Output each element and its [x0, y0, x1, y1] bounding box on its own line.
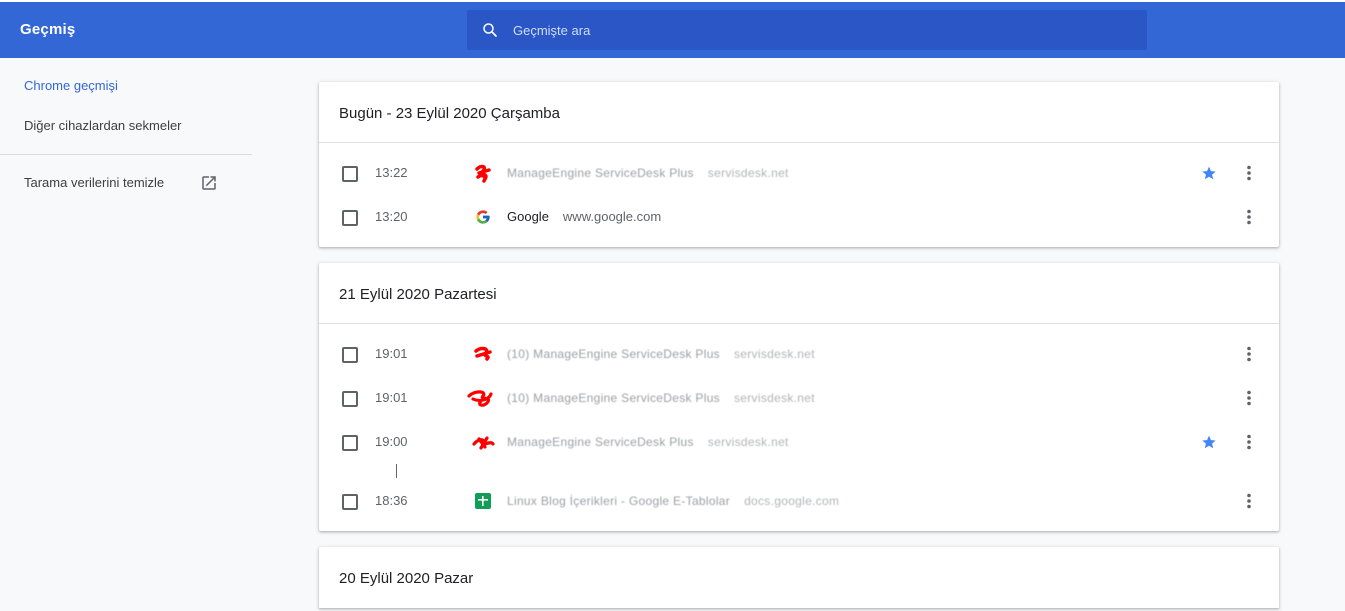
- google-icon: [476, 210, 490, 224]
- entry-checkbox[interactable]: [342, 166, 358, 182]
- more-vert-icon[interactable]: [1239, 491, 1259, 511]
- time-gap-indicator: [396, 464, 397, 478]
- entry-title[interactable]: Linux Blog İçerikleri - Google E-Tablola…: [507, 494, 839, 508]
- sheets-icon: [475, 493, 491, 509]
- entry-time: 13:22: [375, 165, 408, 180]
- entry-checkbox[interactable]: [342, 391, 358, 407]
- history-entry[interactable]: 19:00 ManageEngine ServiceDesk Plus servi…: [319, 420, 1279, 479]
- history-entry[interactable]: 19:01 (10) ManageEngine ServiceDesk Plus…: [319, 376, 1279, 420]
- clear-browsing-data-link[interactable]: Tarama verilerini temizle: [0, 163, 252, 203]
- entry-checkbox[interactable]: [342, 210, 358, 226]
- history-entry[interactable]: 18:36 Linux Blog İçerikleri - Google E-T…: [319, 479, 1279, 523]
- sidebar-item-other-devices[interactable]: Diğer cihazlardan sekmeler: [0, 106, 252, 146]
- redacted-icon: [475, 164, 491, 183]
- sidebar-item-chrome-history[interactable]: Chrome geçmişi: [0, 66, 252, 106]
- entry-title[interactable]: ManageEngine ServiceDesk Plus servisdesk.…: [507, 435, 789, 449]
- entry-time: 19:00: [375, 434, 408, 449]
- redacted-icon: [467, 390, 493, 407]
- card-date-header: 20 Eylül 2020 Pazar: [339, 570, 474, 587]
- entry-time: 19:01: [375, 346, 408, 361]
- history-entry[interactable]: 13:22 ManageEngine ServiceDesk Plus servi…: [319, 151, 1279, 195]
- entry-domain: www.google.com: [562, 209, 662, 224]
- history-entry[interactable]: 19:01 (10) ManageEngine ServiceDesk Plus…: [319, 332, 1279, 376]
- sidebar-item-label: Chrome geçmişi: [24, 78, 118, 93]
- entry-title[interactable]: (10) ManageEngine ServiceDesk Plus servis…: [507, 347, 815, 361]
- entry-checkbox[interactable]: [342, 494, 358, 510]
- entry-title-link[interactable]: Google www.google.com: [507, 209, 661, 224]
- sidebar-item-label: Diğer cihazlardan sekmeler: [24, 118, 182, 133]
- search-input[interactable]: [513, 10, 1133, 50]
- card-date-header: 21 Eylül 2020 Pazartesi: [319, 263, 1279, 324]
- more-vert-icon[interactable]: [1239, 344, 1259, 364]
- open-in-new-icon: [202, 176, 216, 190]
- sidebar: Chrome geçmişi Diğer cihazlardan sekmele…: [0, 58, 252, 203]
- entry-title[interactable]: ManageEngine ServiceDesk Plus servisdesk.…: [507, 166, 789, 180]
- toolbar: Geçmiş: [0, 0, 1345, 58]
- history-card-sep-21: 21 Eylül 2020 Pazartesi 19:01 (10) Manag…: [319, 263, 1279, 531]
- entry-checkbox[interactable]: [342, 347, 358, 363]
- entry-time: 13:20: [375, 209, 408, 224]
- redacted-icon: [472, 436, 495, 450]
- history-entry[interactable]: 13:20 Google www.google.com: [319, 195, 1279, 239]
- entry-title[interactable]: (10) ManageEngine ServiceDesk Plus servis…: [507, 391, 815, 405]
- app-title: Geçmiş: [20, 21, 76, 38]
- search-icon[interactable]: [481, 21, 499, 39]
- sidebar-divider: [0, 154, 252, 155]
- more-vert-icon[interactable]: [1239, 432, 1259, 452]
- more-vert-icon[interactable]: [1239, 207, 1259, 227]
- card-date-header: Bugün - 23 Eylül 2020 Çarşamba: [319, 82, 1279, 143]
- star-icon[interactable]: [1201, 165, 1217, 181]
- clear-browsing-data-label: Tarama verilerini temizle: [24, 175, 165, 190]
- history-card-today: Bugün - 23 Eylül 2020 Çarşamba 13:22 Man…: [319, 82, 1279, 247]
- history-card-sep-20: 20 Eylül 2020 Pazar: [319, 547, 1279, 608]
- more-vert-icon[interactable]: [1239, 163, 1259, 183]
- more-vert-icon[interactable]: [1239, 388, 1259, 408]
- entry-time: 18:36: [375, 493, 408, 508]
- entry-time: 19:01: [375, 390, 408, 405]
- entry-checkbox[interactable]: [342, 435, 358, 451]
- star-icon[interactable]: [1201, 434, 1217, 450]
- redacted-icon: [474, 346, 492, 361]
- search-box[interactable]: [467, 10, 1147, 50]
